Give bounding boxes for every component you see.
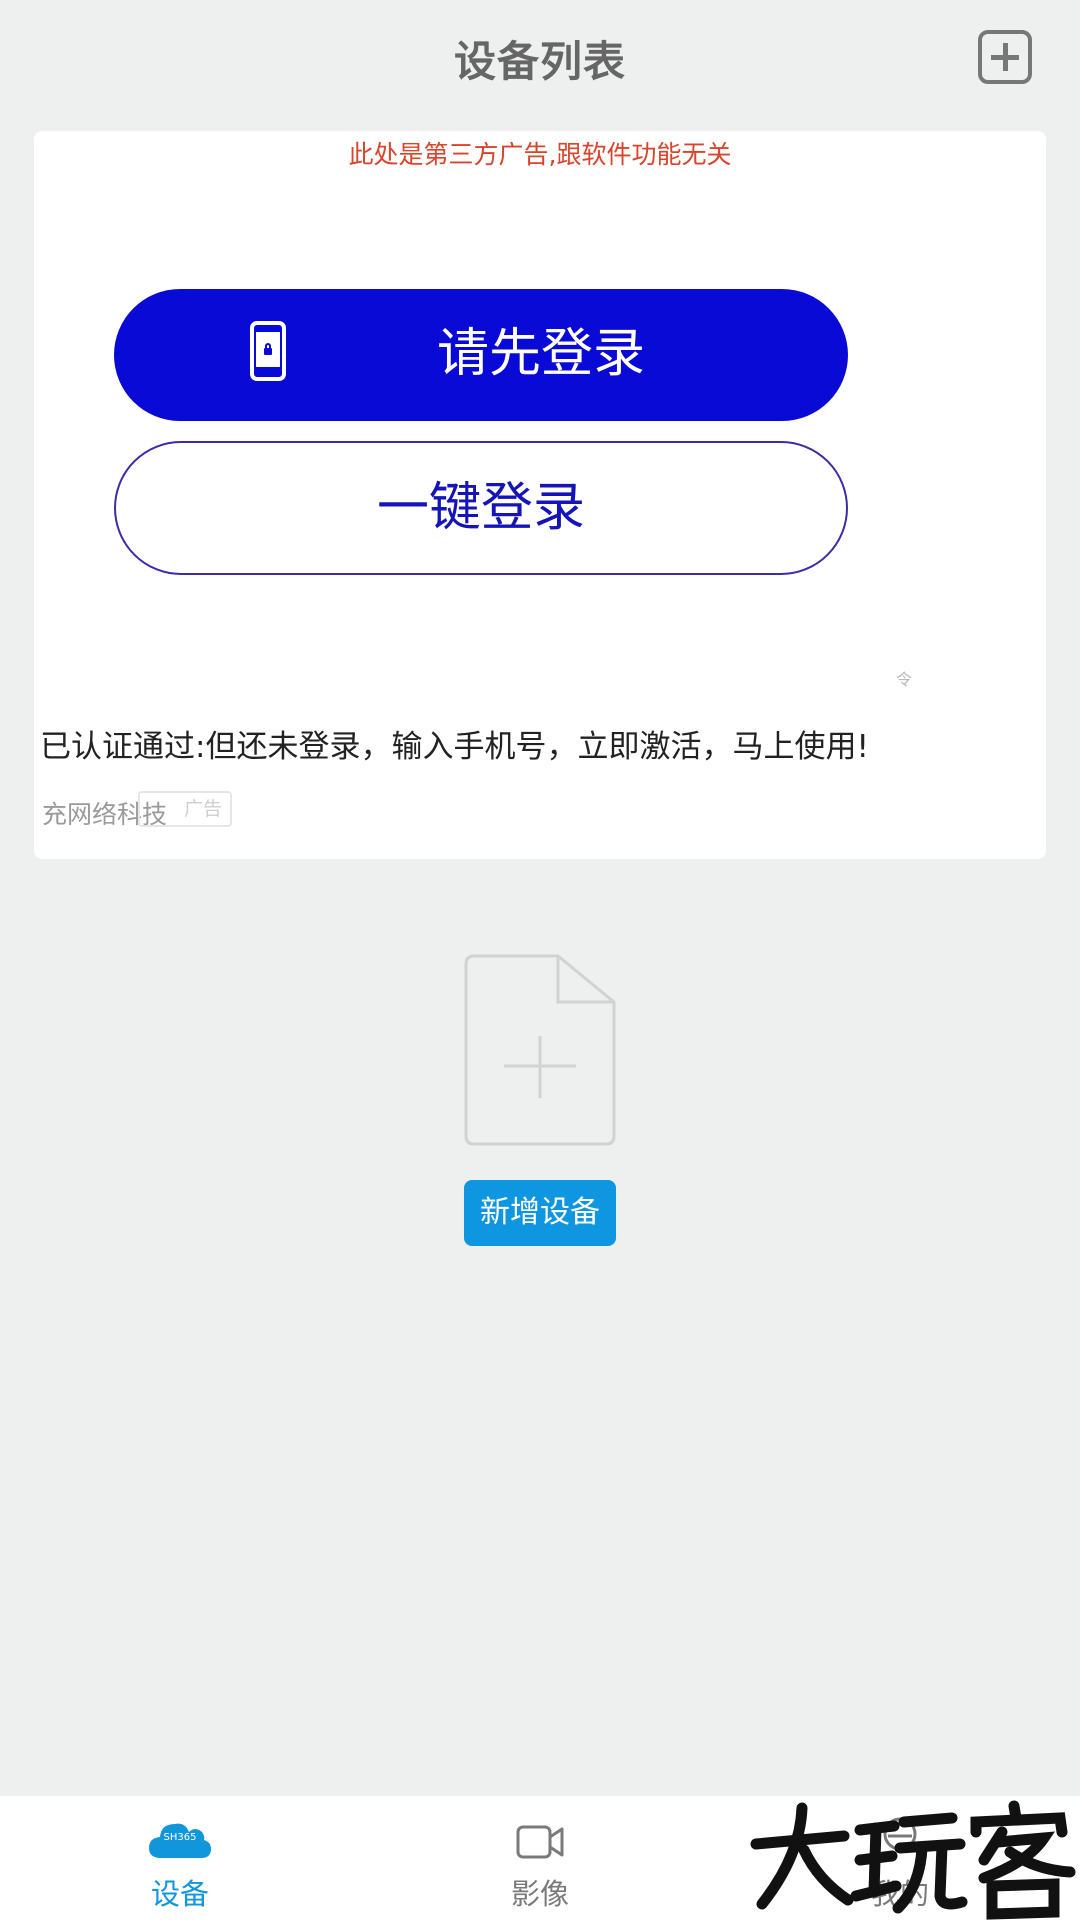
login-first-label: 请先登录	[436, 324, 645, 384]
nav-tab-media[interactable]: 影像	[440, 1796, 640, 1920]
cloud-icon-text: SH365	[163, 1832, 197, 1843]
watermark-logo	[750, 1800, 1076, 1920]
nav-tab-devices[interactable]: SH365 设备	[80, 1796, 280, 1920]
ad-disclaimer: 此处是第三方广告,跟软件功能无关	[348, 140, 732, 169]
add-new-device-button[interactable]: 新增设备	[464, 1180, 616, 1246]
nav-label-devices: 设备	[150, 1877, 209, 1911]
ad-tag-badge: 广告	[138, 791, 232, 827]
one-click-login-label: 一键登录	[376, 478, 585, 538]
device-list-page: 设备列表 此处是第三方广告,跟软件功能无关 请先登录 一键登录 令 已认证通过:…	[0, 0, 1080, 1920]
add-device-button[interactable]	[978, 30, 1032, 84]
ad-mark-icon: 令	[896, 670, 913, 689]
login-first-button[interactable]: 请先登录	[114, 289, 848, 421]
video-camera-icon	[516, 1825, 564, 1859]
one-click-login-button[interactable]: 一键登录	[114, 441, 848, 575]
header: 设备列表	[0, 0, 1080, 112]
ad-banner[interactable]: 此处是第三方广告,跟软件功能无关 请先登录 一键登录 令 已认证通过:但还未登录…	[34, 131, 1046, 859]
nav-label-media: 影像	[510, 1877, 569, 1911]
add-file-icon	[464, 954, 616, 1146]
ad-promo-text: 已认证通过:但还未登录，输入手机号，立即激活，马上使用!	[40, 729, 869, 765]
page-title: 设备列表	[453, 37, 626, 86]
